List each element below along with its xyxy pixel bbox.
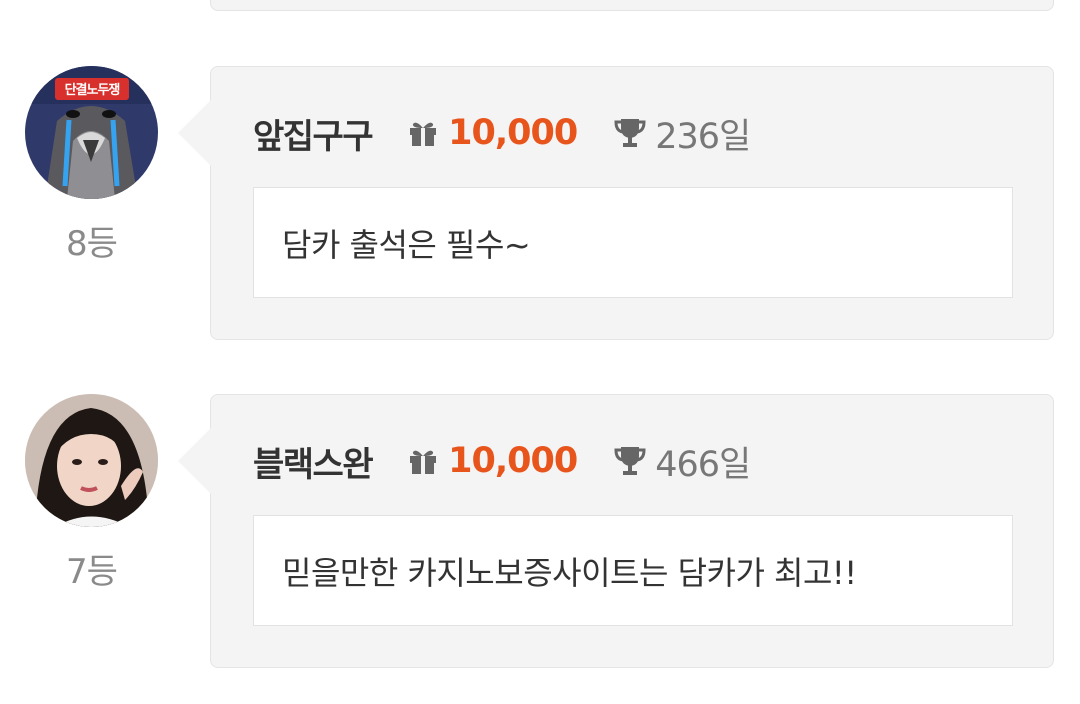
message-text: 믿을만한 카지노보증사이트는 담카가 최고!! [282,553,857,592]
attendance-days: 236일 [655,116,751,157]
nickname[interactable]: 블랙스완 [253,437,374,486]
comment-meta: 앞집구구 10,000 236일 [253,109,751,158]
user-photo-avatar-icon [25,394,158,527]
nickname[interactable]: 앞집구구 [253,109,374,158]
previous-comment-card [210,0,1054,11]
avatar-sticker-text: 단결노두쟁 [64,83,121,98]
message-box: 믿을만한 카지노보증사이트는 담카가 최고!! [253,515,1013,626]
comment-card: 앞집구구 10,000 236일 담카 출석은 필수~ [178,66,1054,340]
rank-label: 7등 [66,552,118,592]
attendance-entry: 7등 블랙스완 10,000 466일 믿을만한 카지노보증사이트는 담카가 최… [0,394,1080,670]
gift-icon [408,446,438,476]
gift-icon [408,118,438,148]
rank-label: 8등 [66,224,118,264]
attendance-days: 466일 [655,444,751,485]
trophy-icon [613,116,647,150]
points-value: 10,000 [448,441,578,481]
avatar[interactable] [25,394,158,527]
comment-card: 블랙스완 10,000 466일 믿을만한 카지노보증사이트는 담카가 최고!! [178,394,1054,668]
message-box: 담카 출석은 필수~ [253,187,1013,298]
points-value: 10,000 [448,113,578,153]
attendance-entry: 단결노두쟁 8등 앞집구구 10,000 236일 담카 출석은 필수~ [0,66,1080,342]
comment-meta: 블랙스완 10,000 466일 [253,437,751,486]
message-text: 담카 출석은 필수~ [282,225,531,264]
speech-bubble-arrow [178,99,212,167]
trophy-icon [613,444,647,478]
speech-bubble-arrow [178,427,212,495]
avatar[interactable]: 단결노두쟁 [25,66,158,199]
